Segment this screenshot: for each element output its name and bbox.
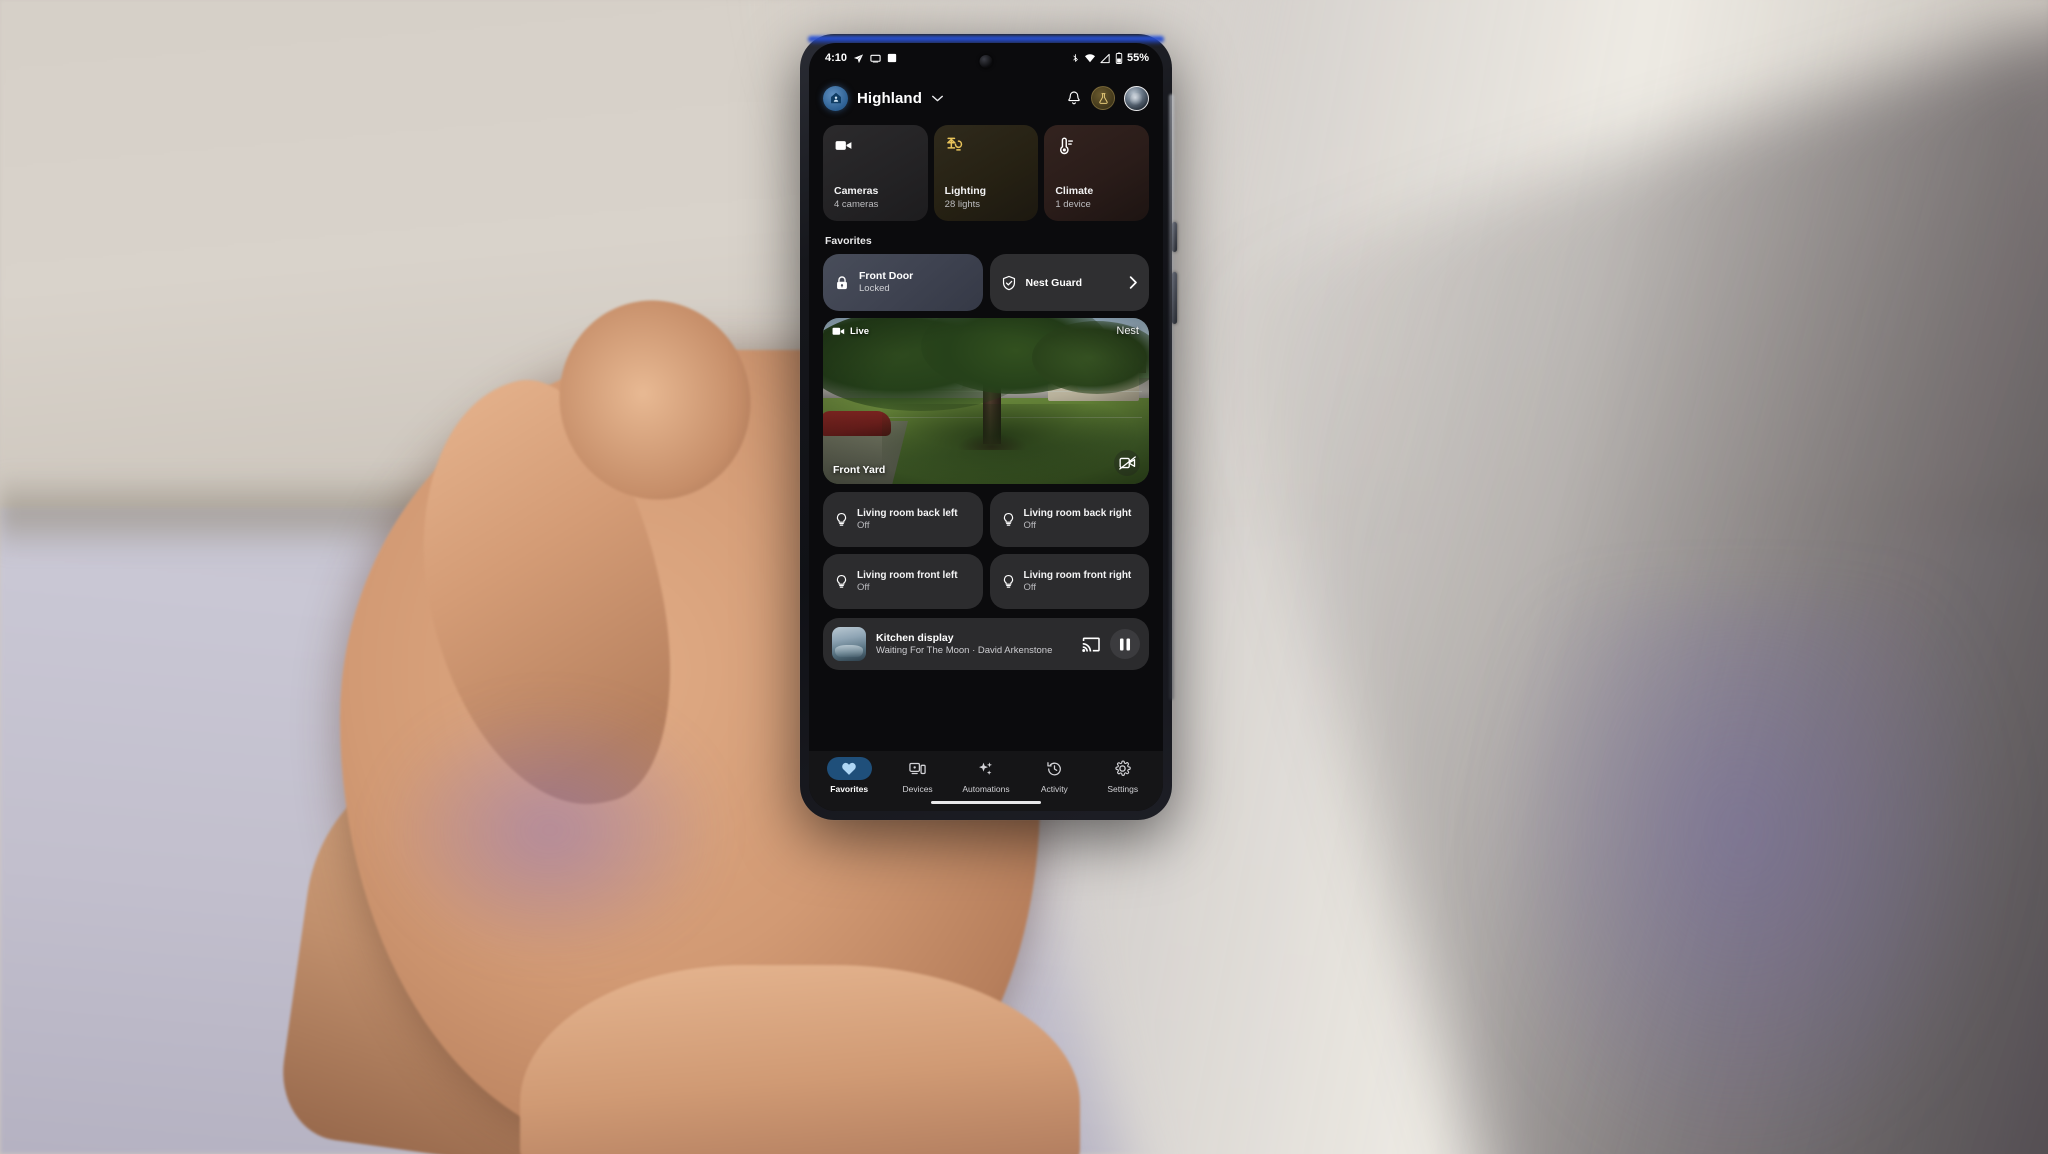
power-button[interactable] <box>1172 222 1177 252</box>
favorite-status: Locked <box>859 283 890 295</box>
category-subtitle: 1 device <box>1055 199 1091 211</box>
favorite-card-front-door[interactable]: Front Door Locked <box>823 254 983 311</box>
category-subtitle: 28 lights <box>944 199 981 211</box>
lamp-icon <box>945 136 1029 155</box>
category-title: Climate <box>1055 185 1094 197</box>
light-title: Living room front left <box>857 569 958 581</box>
category-tile-lighting[interactable]: Lighting 28 lights <box>933 125 1039 221</box>
smartphone-device: 4:10 55% Highland Cameras 4 cameras Ligh… <box>800 34 1177 820</box>
nav-label: Automations <box>962 784 1010 794</box>
chevron-down-icon[interactable] <box>932 95 943 102</box>
favorite-card-nest-guard[interactable]: Nest Guard <box>989 254 1149 311</box>
wifi-icon <box>1084 52 1096 64</box>
light-tiles-grid: Living room back left Off Living room ba… <box>823 492 1149 609</box>
light-title: Living room front right <box>1023 569 1132 581</box>
nav-item-activity[interactable]: Activity <box>1024 757 1084 794</box>
light-tile[interactable]: Living room front right Off <box>989 554 1149 609</box>
front-camera-punch-hole <box>979 55 993 68</box>
nav-label: Settings <box>1107 784 1139 794</box>
battery-percentage: 55% <box>1126 52 1149 64</box>
account-avatar[interactable] <box>1124 85 1149 111</box>
battery-icon <box>1115 52 1123 64</box>
media-track-title: Waiting For The Moon · David Arkenstone <box>876 644 1053 656</box>
album-art-thumbnail <box>832 627 866 661</box>
light-tile[interactable]: Living room back left Off <box>823 492 983 547</box>
camera-off-icon[interactable] <box>1114 450 1140 476</box>
nav-label: Activity <box>1040 784 1068 794</box>
camera-feed-card[interactable]: Live Nest Front Yard <box>823 318 1149 484</box>
bulb-icon <box>834 512 849 527</box>
nav-label: Favorites <box>830 784 869 794</box>
light-status: Off <box>1023 519 1037 531</box>
video-camera-icon <box>834 136 918 155</box>
thermostat-icon <box>1055 136 1139 155</box>
nav-item-settings[interactable]: Settings <box>1093 757 1153 794</box>
live-camera-icon <box>832 326 845 337</box>
media-player-card[interactable]: Kitchen display Waiting For The Moon · D… <box>823 618 1149 670</box>
camera-brand-label: Nest <box>1116 325 1139 337</box>
favorite-title: Front Door <box>859 269 914 282</box>
bulb-icon <box>1001 574 1016 589</box>
devices-icon <box>895 757 940 780</box>
cell-signal-icon <box>1100 53 1111 64</box>
light-status: Off <box>857 581 870 593</box>
camera-name-label: Front Yard <box>833 464 886 476</box>
light-title: Living room back right <box>1023 507 1132 519</box>
home-gesture-indicator[interactable] <box>931 800 1041 804</box>
camera-vignette <box>823 318 1149 484</box>
gear-icon <box>1100 757 1145 780</box>
category-tile-cameras[interactable]: Cameras 4 cameras <box>823 125 928 221</box>
navigation-arrow-icon <box>853 53 864 64</box>
violet-glow <box>1474 600 2008 1154</box>
nav-item-favorites[interactable]: Favorites <box>819 757 879 794</box>
light-tile[interactable]: Living room front left Off <box>823 554 983 609</box>
nav-item-automations[interactable]: Automations <box>956 757 1016 794</box>
square-icon <box>887 53 897 63</box>
category-title: Cameras <box>834 185 879 197</box>
favorite-title: Nest Guard <box>1025 276 1083 289</box>
notification-bell-icon[interactable] <box>1066 90 1082 106</box>
category-subtitle: 4 cameras <box>834 199 879 211</box>
pause-icon[interactable] <box>1110 629 1140 659</box>
history-icon <box>1032 757 1077 780</box>
phone-screen: 4:10 55% Highland Cameras 4 cameras Ligh… <box>809 43 1163 811</box>
sparkles-icon <box>963 757 1008 780</box>
light-status: Off <box>857 519 870 531</box>
hand-violet-reflection <box>380 700 720 960</box>
favorites-section-label: Favorites <box>825 235 872 247</box>
cast-screen-icon <box>870 53 881 64</box>
app-header: Highland <box>823 75 1149 121</box>
cast-icon[interactable] <box>1081 636 1100 653</box>
category-tiles: Cameras 4 cameras Lighting 28 lights Cli… <box>823 125 1150 221</box>
shield-check-icon <box>1001 275 1017 291</box>
light-status: Off <box>1023 581 1037 593</box>
media-device-name: Kitchen display <box>876 631 954 644</box>
main-content: Highland Cameras 4 cameras Lighting 28 l… <box>809 73 1163 751</box>
volume-rocker[interactable] <box>1172 272 1177 324</box>
light-tile[interactable]: Living room back right Off <box>989 492 1149 547</box>
category-title: Lighting <box>944 185 987 197</box>
favorites-row: Front Door Locked Nest Guard <box>823 254 1149 311</box>
status-bar-clock: 4:10 <box>825 52 848 64</box>
bulb-icon <box>1001 512 1016 527</box>
live-label: Live <box>850 326 870 337</box>
bluetooth-icon <box>1071 52 1080 64</box>
category-tile-climate[interactable]: Climate 1 device <box>1044 125 1150 221</box>
heart-icon <box>826 757 872 780</box>
home-name-label: Highland <box>857 89 922 107</box>
home-badge-icon <box>823 85 848 111</box>
nav-label: Devices <box>902 784 933 794</box>
experiments-flask-icon[interactable] <box>1091 86 1115 110</box>
lock-closed-icon <box>834 275 850 291</box>
nav-item-devices[interactable]: Devices <box>888 757 948 794</box>
live-indicator: Live <box>832 326 869 337</box>
home-selector[interactable]: Highland <box>823 85 943 111</box>
light-title: Living room back left <box>857 507 958 519</box>
bulb-icon <box>834 574 849 589</box>
chevron-right-icon[interactable] <box>1129 276 1138 289</box>
